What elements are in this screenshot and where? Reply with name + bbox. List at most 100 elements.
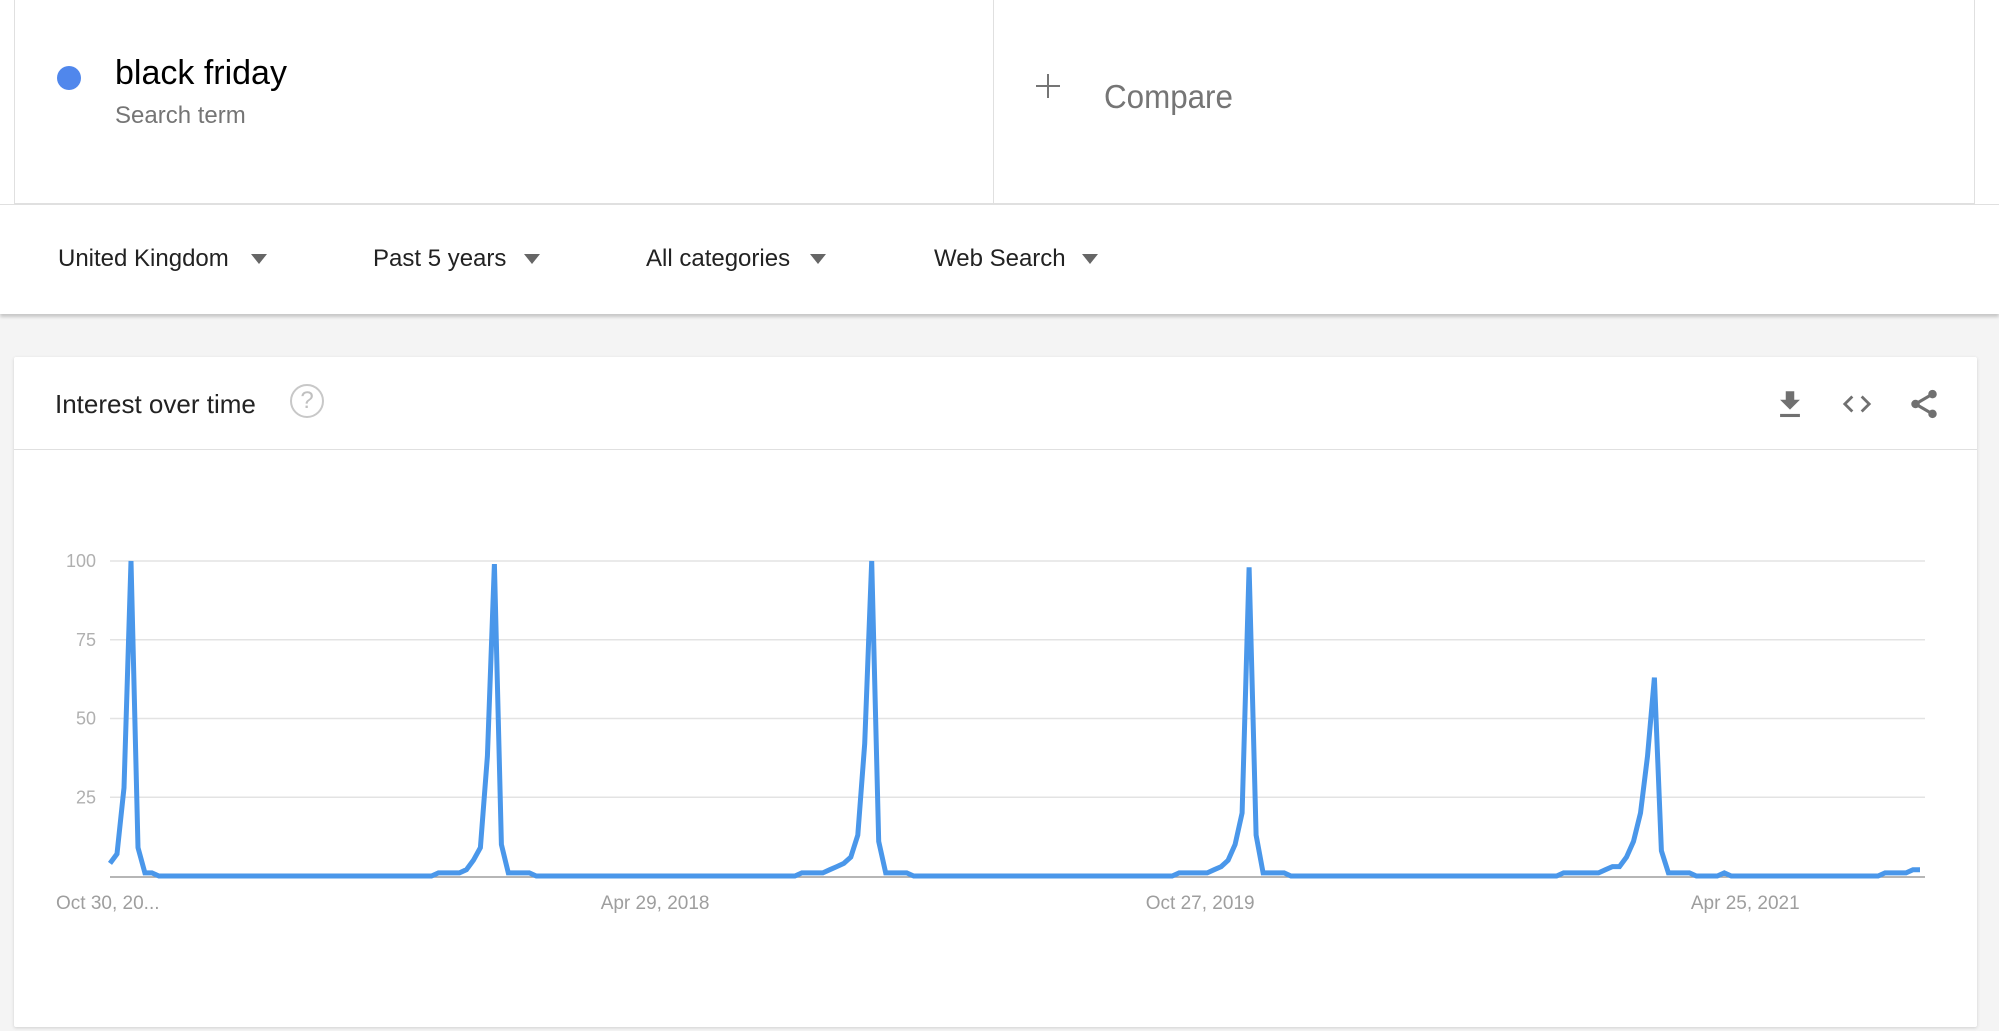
data-point[interactable] [491, 561, 497, 567]
data-point[interactable] [1477, 873, 1483, 879]
data-point[interactable] [904, 870, 910, 876]
data-point[interactable] [1323, 873, 1329, 879]
data-point[interactable] [1491, 873, 1497, 879]
data-point[interactable] [1442, 873, 1448, 879]
data-point[interactable] [1148, 873, 1154, 879]
data-point[interactable] [582, 873, 588, 879]
data-point[interactable] [484, 753, 490, 759]
data-point[interactable] [1805, 873, 1811, 879]
data-point[interactable] [1798, 873, 1804, 879]
data-point[interactable] [995, 873, 1001, 879]
data-point[interactable] [275, 873, 281, 879]
data-point[interactable] [1756, 873, 1762, 879]
data-point[interactable] [1190, 870, 1196, 876]
data-point[interactable] [715, 873, 721, 879]
data-point[interactable] [226, 873, 232, 879]
data-point[interactable] [806, 870, 812, 876]
data-point[interactable] [771, 873, 777, 879]
data-point[interactable] [1589, 870, 1595, 876]
data-point[interactable] [1400, 873, 1406, 879]
search-term-label[interactable]: black friday [115, 54, 287, 93]
data-point[interactable] [610, 873, 616, 879]
data-point[interactable] [960, 873, 966, 879]
data-point[interactable] [687, 873, 693, 879]
data-point[interactable] [1064, 873, 1070, 879]
data-point[interactable] [1183, 870, 1189, 876]
data-point[interactable] [743, 873, 749, 879]
data-point[interactable] [1344, 873, 1350, 879]
data-point[interactable] [1358, 873, 1364, 879]
data-point[interactable] [1134, 873, 1140, 879]
data-point[interactable] [1015, 873, 1021, 879]
data-point[interactable] [834, 864, 840, 870]
data-point[interactable] [1637, 810, 1643, 816]
data-point[interactable] [449, 870, 455, 876]
data-point[interactable] [247, 873, 253, 879]
data-point[interactable] [1002, 873, 1008, 879]
data-point[interactable] [890, 870, 896, 876]
data-point[interactable] [1840, 873, 1846, 879]
data-point[interactable] [1330, 873, 1336, 879]
data-point[interactable] [568, 873, 574, 879]
filter-search-type-dropdown[interactable]: Web Search [934, 245, 1098, 273]
data-point[interactable] [1896, 870, 1902, 876]
data-point[interactable] [1043, 873, 1049, 879]
data-point[interactable] [205, 873, 211, 879]
data-point[interactable] [317, 873, 323, 879]
data-point[interactable] [603, 873, 609, 879]
code-icon[interactable] [1840, 387, 1874, 421]
data-point[interactable] [121, 785, 127, 791]
data-point[interactable] [1449, 873, 1455, 879]
data-point[interactable] [1686, 870, 1692, 876]
data-point[interactable] [1819, 873, 1825, 879]
data-point[interactable] [1658, 848, 1664, 854]
data-point[interactable] [1162, 873, 1168, 879]
data-point[interactable] [268, 873, 274, 879]
data-point[interactable] [589, 873, 595, 879]
data-point[interactable] [1616, 864, 1622, 870]
data-point[interactable] [988, 873, 994, 879]
data-point[interactable] [1246, 564, 1252, 570]
data-point[interactable] [1903, 870, 1909, 876]
data-point[interactable] [1498, 873, 1504, 879]
share-icon[interactable] [1907, 387, 1941, 421]
data-point[interactable] [729, 873, 735, 879]
filter-time-range-dropdown[interactable]: Past 5 years [373, 245, 541, 273]
data-point[interactable] [1120, 873, 1126, 879]
data-point[interactable] [1833, 873, 1839, 879]
data-point[interactable] [1526, 873, 1532, 879]
data-point[interactable] [736, 873, 742, 879]
data-point[interactable] [107, 860, 113, 866]
data-point[interactable] [575, 873, 581, 879]
data-point[interactable] [1700, 873, 1706, 879]
data-point[interactable] [1155, 873, 1161, 879]
data-point[interactable] [1679, 870, 1685, 876]
data-point[interactable] [1770, 873, 1776, 879]
data-point[interactable] [1456, 873, 1462, 879]
filter-category-dropdown[interactable]: All categories [646, 245, 827, 273]
data-point[interactable] [1351, 873, 1357, 879]
data-point[interactable] [1714, 873, 1720, 879]
data-point[interactable] [149, 870, 155, 876]
data-point[interactable] [1540, 873, 1546, 879]
data-point[interactable] [785, 873, 791, 879]
data-point[interactable] [1414, 873, 1420, 879]
data-point[interactable] [240, 873, 246, 879]
data-point[interactable] [701, 873, 707, 879]
data-point[interactable] [1784, 873, 1790, 879]
data-point[interactable] [442, 870, 448, 876]
data-point[interactable] [645, 873, 651, 879]
data-point[interactable] [1826, 873, 1832, 879]
data-point[interactable] [659, 873, 665, 879]
data-point[interactable] [953, 873, 959, 879]
data-point[interactable] [1009, 873, 1015, 879]
data-point[interactable] [1092, 873, 1098, 879]
data-point[interactable] [219, 873, 225, 879]
data-point[interactable] [1253, 832, 1259, 838]
data-point[interactable] [778, 873, 784, 879]
data-point[interactable] [1169, 873, 1175, 879]
data-point[interactable] [1274, 870, 1280, 876]
data-point[interactable] [1868, 873, 1874, 879]
data-point[interactable] [414, 873, 420, 879]
data-point[interactable] [911, 873, 917, 879]
